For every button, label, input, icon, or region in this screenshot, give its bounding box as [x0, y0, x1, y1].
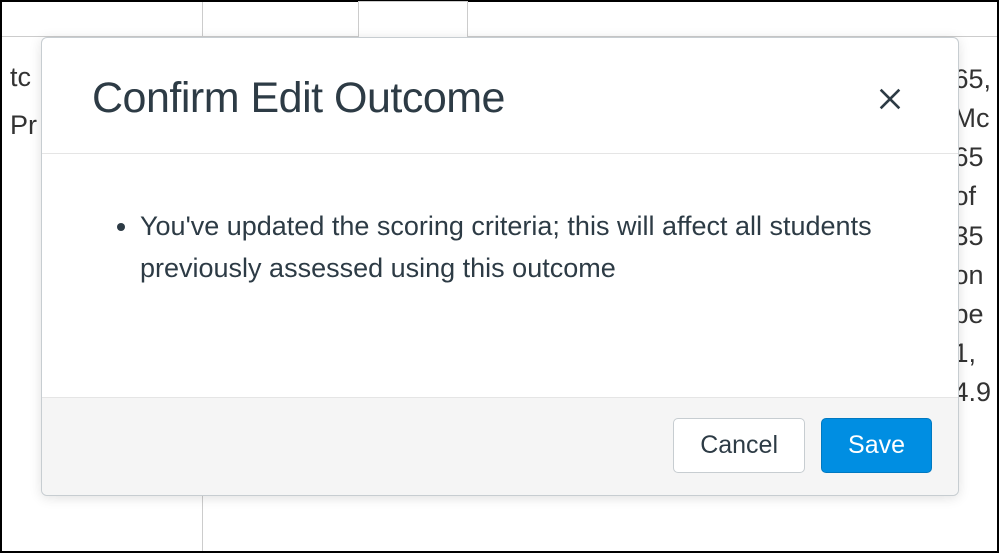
- background-text: of: [953, 177, 991, 216]
- close-button[interactable]: [872, 81, 908, 117]
- background-tab: [358, 1, 468, 37]
- background-text: 1,: [953, 334, 991, 373]
- modal-footer: Cancel Save: [42, 397, 958, 495]
- background-text: 4.9: [953, 373, 991, 412]
- background-text: pe: [953, 295, 991, 334]
- confirm-edit-outcome-modal: Confirm Edit Outcome You've updated the …: [41, 37, 959, 496]
- background-text: on: [953, 256, 991, 295]
- background-text: Pr: [10, 106, 37, 145]
- background-right-column: 65, Mc 65 of 35 on pe 1, 4.9: [953, 60, 991, 412]
- modal-header: Confirm Edit Outcome: [42, 38, 958, 154]
- background-text: Mc: [953, 99, 991, 138]
- message-list: You've updated the scoring criteria; thi…: [106, 206, 894, 290]
- background-text: 65,: [953, 60, 991, 99]
- modal-body: You've updated the scoring criteria; thi…: [42, 154, 958, 397]
- close-icon: [876, 85, 904, 113]
- background-text: 65: [953, 138, 991, 177]
- warning-message: You've updated the scoring criteria; thi…: [140, 206, 894, 290]
- save-button[interactable]: Save: [821, 418, 932, 473]
- background-text: tc: [10, 58, 31, 97]
- background-text: 35: [953, 217, 991, 256]
- background-tabbar: [2, 2, 997, 37]
- modal-title: Confirm Edit Outcome: [92, 74, 505, 123]
- cancel-button[interactable]: Cancel: [673, 418, 805, 473]
